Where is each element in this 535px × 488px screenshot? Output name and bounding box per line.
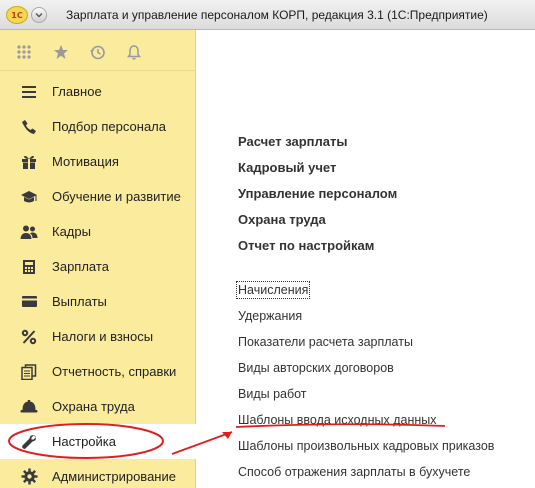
link-deductions[interactable]: Удержания [238,309,302,323]
sidebar-item-label: Мотивация [52,154,119,169]
section-settings-report[interactable]: Отчет по настройкам [238,238,374,253]
app-logo-icon[interactable]: 1С [6,6,28,24]
gear-icon [20,468,38,486]
link-accruals[interactable]: Начисления [235,281,311,299]
section-labor-safety-settings[interactable]: Охрана труда [238,212,326,227]
sidebar-item-label: Администрирование [52,469,176,484]
link-salary-accounting-method[interactable]: Способ отражения зарплаты в бухучете [238,465,470,479]
history-icon[interactable] [88,43,106,61]
sidebar-item-label: Подбор персонала [52,119,166,134]
sidebar-item-label: Отчетность, справки [52,364,177,379]
sections-panel: Главное Подбор персонала Мотивация Обуче… [0,30,196,488]
link-payroll-indicators[interactable]: Показатели расчета зарплаты [238,335,413,349]
sidebar-item-label: Зарплата [52,259,109,274]
sidebar-item-main[interactable]: Главное [0,74,196,109]
window-title: Зарплата и управление персоналом КОРП, р… [66,8,488,22]
sidebar-toolbar [0,30,196,70]
link-custom-hr-order-templates[interactable]: Шаблоны произвольных кадровых приказов [238,439,494,453]
link-work-types[interactable]: Виды работ [238,387,307,401]
sidebar-item-motivation[interactable]: Мотивация [0,144,196,179]
gift-icon [20,153,38,171]
sidebar-item-label: Главное [52,84,102,99]
favorites-star-icon[interactable] [52,43,70,61]
sidebar-item-salary[interactable]: Зарплата [0,249,196,284]
sidebar-item-label: Кадры [52,224,91,239]
sidebar-item-payments[interactable]: Выплаты [0,284,196,319]
sidebar-item-recruitment[interactable]: Подбор персонала [0,109,196,144]
sidebar-item-label: Обучение и развитие [52,189,181,204]
main-menu-button[interactable] [31,7,47,23]
title-bar: 1С Зарплата и управление персоналом КОРП… [0,0,535,30]
sidebar-item-settings[interactable]: Настройка [0,424,196,459]
toolbar-divider [0,70,196,71]
sidebar-item-training[interactable]: Обучение и развитие [0,179,196,214]
wrench-icon [20,433,38,451]
card-icon [20,293,38,311]
section-personnel-management-settings[interactable]: Управление персоналом [238,186,397,201]
notifications-bell-icon[interactable] [125,43,143,61]
sidebar-item-label: Настройка [52,434,116,449]
sidebar-item-label: Охрана труда [52,399,135,414]
settings-content: Расчет зарплаты Кадровый учет Управление… [196,30,535,488]
graduation-cap-icon [20,188,38,206]
documents-icon [20,363,38,381]
menu-lines-icon [20,83,38,101]
sidebar-item-administration[interactable]: Администрирование [0,459,196,488]
chevron-down-icon [35,13,43,18]
sidebar-item-reports[interactable]: Отчетность, справки [0,354,196,389]
helmet-icon [20,398,38,416]
apps-grid-icon[interactable] [15,43,33,61]
section-payroll-settings[interactable]: Расчет зарплаты [238,134,347,149]
percent-icon [20,328,38,346]
sidebar-item-label: Выплаты [52,294,107,309]
link-input-data-templates[interactable]: Шаблоны ввода исходных данных [238,413,437,427]
phone-icon [20,118,38,136]
people-icon [20,223,38,241]
section-hr-settings[interactable]: Кадровый учет [238,160,336,175]
sidebar-item-taxes[interactable]: Налоги и взносы [0,319,196,354]
link-author-contract-types[interactable]: Виды авторских договоров [238,361,394,375]
sidebar-item-label: Налоги и взносы [52,329,154,344]
sidebar-item-personnel[interactable]: Кадры [0,214,196,249]
sidebar-item-labor-safety[interactable]: Охрана труда [0,389,196,424]
calculator-icon [20,258,38,276]
